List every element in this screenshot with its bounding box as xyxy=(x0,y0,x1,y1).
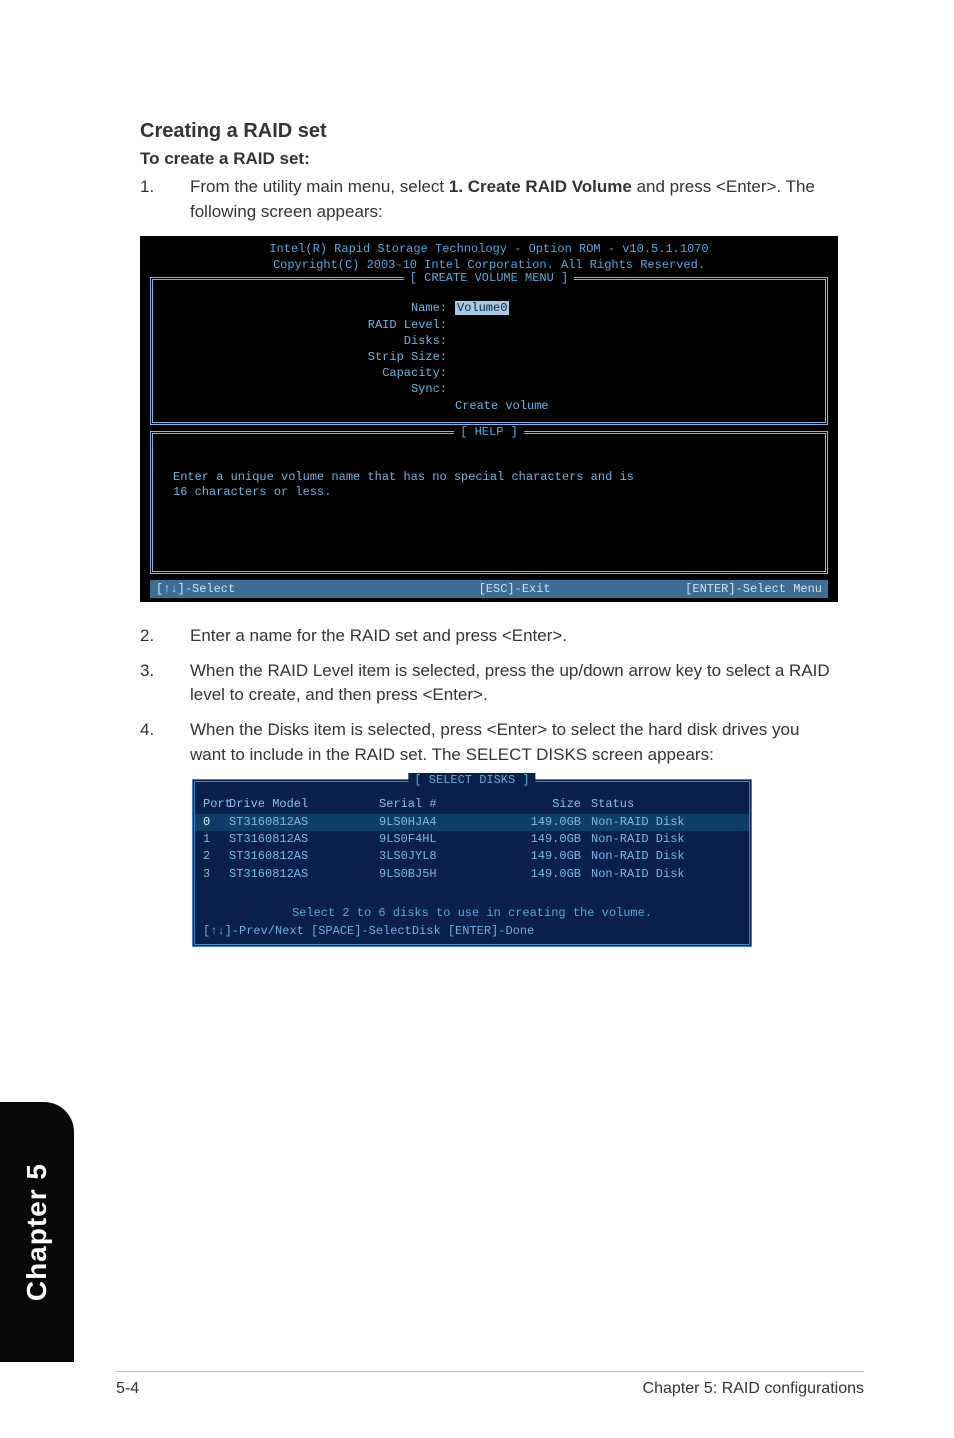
field-create-volume xyxy=(165,398,455,414)
step1-text: From the utility main menu, select 1. Cr… xyxy=(190,175,838,224)
hdr-status: Status xyxy=(591,796,741,813)
cell-port: 3 xyxy=(203,866,229,883)
chapter-side-tab-label: Chapter 5 xyxy=(21,1163,53,1301)
bios1-footer-enter: [ENTER]-Select Menu xyxy=(617,582,822,596)
hdr-serial: Serial # xyxy=(379,796,499,813)
bios1-footer-select: [↑↓]-Select xyxy=(156,582,412,596)
cell-status: Non-RAID Disk xyxy=(591,848,741,865)
cell-serial: 3LS0JYL8 xyxy=(379,848,499,865)
hdr-size: Size xyxy=(499,796,591,813)
table-row: 3 ST3160812AS 9LS0BJ5H 149.0GB Non-RAID … xyxy=(195,866,749,883)
cell-size: 149.0GB xyxy=(499,848,591,865)
cell-model: ST3160812AS xyxy=(229,866,379,883)
bios1-help-box: [ HELP ] Enter a unique volume name that… xyxy=(150,431,828,574)
chapter-side-tab: Chapter 5 xyxy=(0,1102,74,1362)
cell-model: ST3160812AS xyxy=(229,814,379,831)
field-sync: Sync: xyxy=(165,381,455,397)
cell-size: 149.0GB xyxy=(499,866,591,883)
step2-text: Enter a name for the RAID set and press … xyxy=(190,624,838,649)
cell-model: ST3160812AS xyxy=(229,831,379,848)
step1-number: 1. xyxy=(140,175,160,224)
field-disks: Disks: xyxy=(165,333,455,349)
bios1-menu-legend: [ CREATE VOLUME MENU ] xyxy=(404,271,574,285)
bios2-header-row: Port Drive Model Serial # Size Status xyxy=(195,796,749,813)
cell-serial: 9LS0HJA4 xyxy=(379,814,499,831)
cell-port: 2 xyxy=(203,848,229,865)
step3-text: When the RAID Level item is selected, pr… xyxy=(190,659,838,708)
field-capacity: Capacity: xyxy=(165,365,455,381)
cell-serial: 9LS0F4HL xyxy=(379,831,499,848)
section-heading: Creating a RAID set xyxy=(140,120,838,143)
bios1-footer-exit: [ESC]-Exit xyxy=(412,582,617,596)
step2-number: 2. xyxy=(140,624,160,649)
table-row: 2 ST3160812AS 3LS0JYL8 149.0GB Non-RAID … xyxy=(195,848,749,865)
cell-size: 149.0GB xyxy=(499,814,591,831)
cell-status: Non-RAID Disk xyxy=(591,831,741,848)
cell-port: 0 xyxy=(203,814,229,831)
step1-bold: 1. Create RAID Volume xyxy=(449,177,632,196)
table-row: 1 ST3160812AS 9LS0F4HL 149.0GB Non-RAID … xyxy=(195,831,749,848)
bios1-menu-box: [ CREATE VOLUME MENU ] Name:Volume0 RAID… xyxy=(150,277,828,424)
bios2-message: Select 2 to 6 disks to use in creating t… xyxy=(195,905,749,922)
cell-serial: 9LS0BJ5H xyxy=(379,866,499,883)
bios1-help-line2: 16 characters or less. xyxy=(173,485,805,501)
field-name-label: Name: xyxy=(165,300,455,316)
cell-size: 149.0GB xyxy=(499,831,591,848)
hdr-drive-model: Drive Model xyxy=(229,796,379,813)
hdr-port: Port xyxy=(203,796,229,813)
field-name-value: Volume0 xyxy=(455,301,509,315)
footer-chapter-title: Chapter 5: RAID configurations xyxy=(643,1380,864,1398)
page-number: 5-4 xyxy=(116,1380,139,1398)
step4-number: 4. xyxy=(140,718,160,767)
cell-port: 1 xyxy=(203,831,229,848)
bios-create-volume-screenshot: Intel(R) Rapid Storage Technology - Opti… xyxy=(140,236,838,602)
field-strip-size: Strip Size: xyxy=(165,349,455,365)
step4-text: When the Disks item is selected, press <… xyxy=(190,718,838,767)
bios2-nav: [↑↓]-Prev/Next [SPACE]-SelectDisk [ENTER… xyxy=(195,922,749,938)
bios1-help-line1: Enter a unique volume name that has no s… xyxy=(173,470,805,486)
bios1-help-legend: [ HELP ] xyxy=(454,425,524,439)
bios-select-disks-screenshot: [ SELECT DISKS ] Port Drive Model Serial… xyxy=(192,779,752,947)
cell-status: Non-RAID Disk xyxy=(591,814,741,831)
bios1-title1: Intel(R) Rapid Storage Technology - Opti… xyxy=(140,242,838,258)
field-raid-level: RAID Level: xyxy=(165,317,455,333)
cell-model: ST3160812AS xyxy=(229,848,379,865)
step3-number: 3. xyxy=(140,659,160,708)
bios1-footer: [↑↓]-Select [ESC]-Exit [ENTER]-Select Me… xyxy=(150,580,828,598)
page-footer: 5-4 Chapter 5: RAID configurations xyxy=(116,1371,864,1398)
sub-heading: To create a RAID set: xyxy=(140,149,838,169)
bios2-legend: [ SELECT DISKS ] xyxy=(408,773,535,787)
step1-prefix: From the utility main menu, select xyxy=(190,177,449,196)
table-row: 0 ST3160812AS 9LS0HJA4 149.0GB Non-RAID … xyxy=(195,814,749,831)
cell-status: Non-RAID Disk xyxy=(591,866,741,883)
